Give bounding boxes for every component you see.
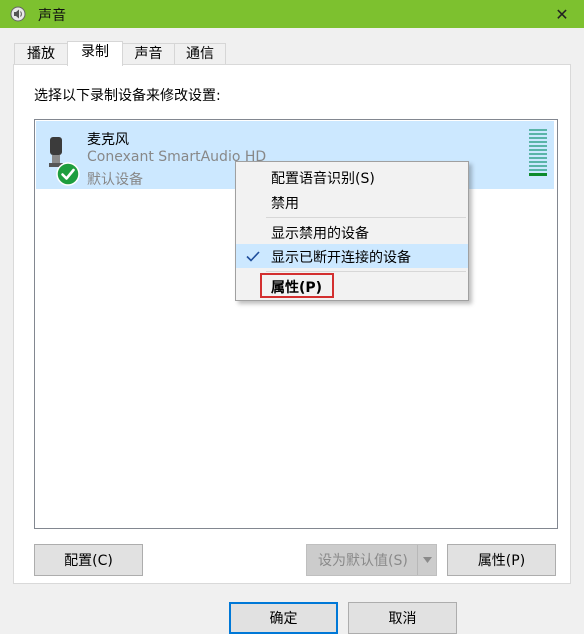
set-default-label: 设为默认值(S) <box>318 553 408 569</box>
close-button[interactable]: ✕ <box>540 0 584 28</box>
default-check-icon <box>56 162 80 186</box>
instruction-text: 选择以下录制设备来修改设置: <box>34 88 221 104</box>
menu-item-show-disabled[interactable]: 显示禁用的设备 <box>236 220 468 244</box>
speaker-icon <box>10 6 26 22</box>
menu-item-show-disconnected[interactable]: 显示已断开连接的设备 <box>236 244 468 268</box>
context-menu: 配置语音识别(S) 禁用 显示禁用的设备 显示已断开连接的设备 属性(P) <box>235 161 469 301</box>
menu-separator <box>266 217 466 218</box>
menu-item-disable[interactable]: 禁用 <box>236 190 468 214</box>
window-title: 声音 <box>38 8 66 24</box>
tab-panel: 选择以下录制设备来修改设置: 麦克风 Conexant SmartAudio H… <box>13 64 571 584</box>
check-icon <box>246 251 260 262</box>
properties-button[interactable]: 属性(P) <box>447 544 556 576</box>
tab-sounds[interactable]: 声音 <box>122 43 175 65</box>
chevron-down-icon <box>422 557 432 563</box>
cancel-button[interactable]: 取消 <box>348 602 457 634</box>
highlight-box <box>260 273 334 298</box>
device-status: 默认设备 <box>87 172 143 188</box>
set-default-button[interactable]: 设为默认值(S) <box>306 544 437 576</box>
ok-button[interactable]: 确定 <box>229 602 338 634</box>
dialog-body: 播放 录制 声音 通信 选择以下录制设备来修改设置: 麦克风 Conexant … <box>0 28 584 634</box>
title-bar[interactable]: 声音 ✕ <box>0 0 584 28</box>
tab-communications[interactable]: 通信 <box>174 43 226 65</box>
configure-button[interactable]: 配置(C) <box>34 544 143 576</box>
menu-item-configure-speech[interactable]: 配置语音识别(S) <box>236 165 468 189</box>
set-default-dropdown[interactable] <box>417 545 436 575</box>
level-meter <box>529 129 547 177</box>
device-name: 麦克风 <box>87 132 129 148</box>
menu-separator <box>266 271 466 272</box>
tab-recording[interactable]: 录制 <box>67 41 123 66</box>
tab-playback[interactable]: 播放 <box>14 43 68 65</box>
close-icon: ✕ <box>555 4 569 24</box>
